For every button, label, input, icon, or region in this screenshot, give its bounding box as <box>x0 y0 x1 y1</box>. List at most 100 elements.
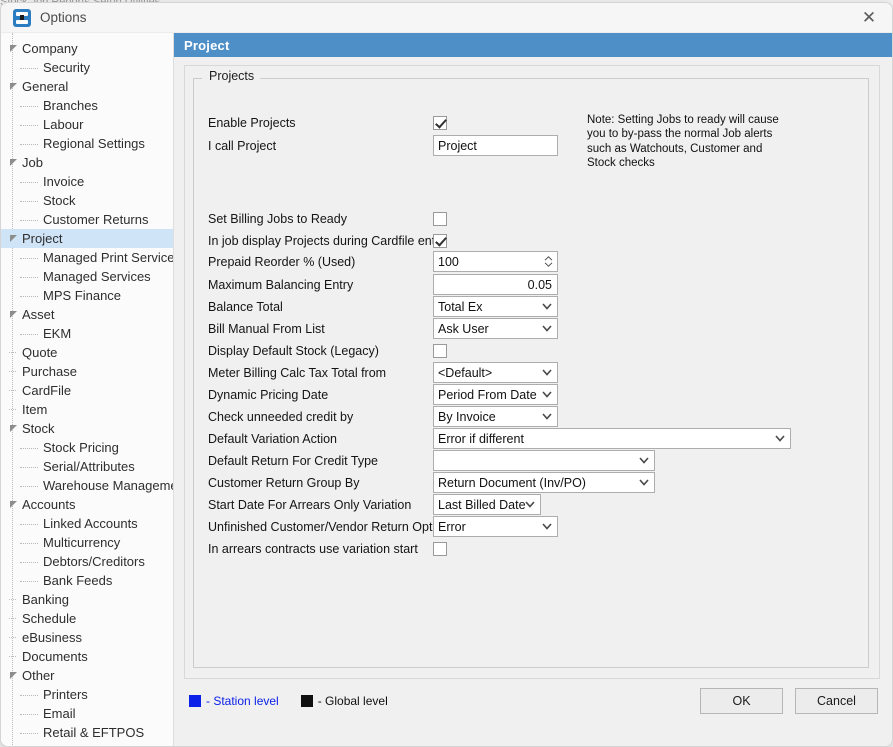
sidebar-item-branches[interactable]: Branches <box>1 96 173 115</box>
spinner-prepaid-reorder-used[interactable]: 100 <box>433 251 558 272</box>
checkbox-in-job-display-projects-during-cardfile-entry[interactable] <box>433 234 447 248</box>
sidebar-item-ebusiness[interactable]: eBusiness <box>1 628 173 647</box>
expander-collapse-icon[interactable] <box>7 424 20 433</box>
sidebar-item-security[interactable]: Security <box>1 58 173 77</box>
legend-color-swatch <box>189 695 201 707</box>
tree-connector <box>20 68 38 69</box>
ok-button[interactable]: OK <box>700 688 783 714</box>
form-row-default-return-for-credit-type: Default Return For Credit Type <box>208 450 868 471</box>
sidebar-item-serial-attributes[interactable]: Serial/Attributes <box>1 457 173 476</box>
tree-leaf-guide-icon <box>7 614 20 623</box>
form-row-in-arrears-contracts-use-variation-start: In arrears contracts use variation start <box>208 538 868 559</box>
sidebar-item-mps-finance[interactable]: MPS Finance <box>1 286 173 305</box>
sidebar-item-managed-print-services[interactable]: Managed Print Services <box>1 248 173 267</box>
sidebar-item-label: EKM <box>41 326 71 341</box>
tree-connector <box>20 296 38 297</box>
sidebar-item-retail-eftpos[interactable]: Retail & EFTPOS <box>1 723 173 742</box>
tree-connector <box>20 467 38 468</box>
input-maximum-balancing-entry[interactable]: 0.05 <box>433 274 558 295</box>
form-row-dynamic-pricing-date: Dynamic Pricing DatePeriod From Date <box>208 384 868 405</box>
sidebar-item-label: Warehouse Management <box>41 478 174 493</box>
dropdown-meter-billing-calc-tax-total-from[interactable]: <Default> <box>433 362 558 383</box>
dropdown-balance-total[interactable]: Total Ex <box>433 296 558 317</box>
sidebar-item-stock[interactable]: Stock <box>1 191 173 210</box>
sidebar-item-stock[interactable]: Stock <box>1 419 173 438</box>
sidebar-item-label: Quote <box>20 345 57 360</box>
chevron-down-icon <box>524 499 536 511</box>
checkbox-in-arrears-contracts-use-variation-start[interactable] <box>433 542 447 556</box>
dropdown-value: Ask User <box>438 322 489 336</box>
dropdown-unfinished-customer-vendor-return-option[interactable]: Error <box>433 516 558 537</box>
sidebar-item-banking[interactable]: Banking <box>1 590 173 609</box>
expander-collapse-icon[interactable] <box>7 500 20 509</box>
expander-collapse-icon[interactable] <box>7 671 20 680</box>
sidebar-item-label: Customer Returns <box>41 212 148 227</box>
dropdown-customer-return-group-by[interactable]: Return Document (Inv/PO) <box>433 472 655 493</box>
dropdown-dynamic-pricing-date[interactable]: Period From Date <box>433 384 558 405</box>
sidebar-item-label: Banking <box>20 592 69 607</box>
checkbox-display-default-stock-legacy[interactable] <box>433 344 447 358</box>
close-icon[interactable]: ✕ <box>846 3 892 33</box>
field-label-meter-billing-calc-tax-total-from: Meter Billing Calc Tax Total from <box>208 366 433 380</box>
field-label-display-default-stock-legacy: Display Default Stock (Legacy) <box>208 344 433 358</box>
sidebar-item-labour[interactable]: Labour <box>1 115 173 134</box>
sidebar-item-company[interactable]: Company <box>1 39 173 58</box>
sidebar-item-printers[interactable]: Printers <box>1 685 173 704</box>
tree-connector <box>20 562 38 563</box>
sidebar-item-quote[interactable]: Quote <box>1 343 173 362</box>
legend-label: - Global level <box>318 694 388 708</box>
checkbox-enable-projects[interactable] <box>433 116 447 130</box>
form-row-start-date-for-arrears-only-variation: Start Date For Arrears Only VariationLas… <box>208 494 868 515</box>
sidebar-item-invoice[interactable]: Invoice <box>1 172 173 191</box>
field-label-default-variation-action: Default Variation Action <box>208 432 433 446</box>
chevron-down-icon <box>541 367 553 379</box>
sidebar-item-item[interactable]: Item <box>1 400 173 419</box>
sidebar-item-linked-accounts[interactable]: Linked Accounts <box>1 514 173 533</box>
sidebar-item-stock-pricing[interactable]: Stock Pricing <box>1 438 173 457</box>
tree-leaf-guide-icon <box>7 367 20 376</box>
sidebar-item-label: Debtors/Creditors <box>41 554 145 569</box>
tree-connector <box>20 334 38 335</box>
dropdown-default-variation-action[interactable]: Error if different <box>433 428 791 449</box>
sidebar-item-project[interactable]: Project <box>1 229 173 248</box>
sidebar-item-debtors-creditors[interactable]: Debtors/Creditors <box>1 552 173 571</box>
settings-category-tree[interactable]: CompanySecurityGeneralBranches Labour Regi… <box>1 33 174 747</box>
sidebar-item-ekm[interactable]: EKM <box>1 324 173 343</box>
sidebar-item-documents[interactable]: Documents <box>1 647 173 666</box>
dropdown-value: Error <box>438 520 466 534</box>
expander-collapse-icon[interactable] <box>7 234 20 243</box>
sidebar-item-other[interactable]: Other <box>1 666 173 685</box>
expander-collapse-icon[interactable] <box>7 82 20 91</box>
tree-connector <box>20 714 38 715</box>
sidebar-item-label: Managed Services <box>41 269 151 284</box>
sidebar-item-bank-feeds[interactable]: Bank Feeds <box>1 571 173 590</box>
dropdown-bill-manual-from-list[interactable]: Ask User <box>433 318 558 339</box>
sidebar-item-warehouse-management[interactable]: Warehouse Management <box>1 476 173 495</box>
chevron-down-icon <box>638 455 650 467</box>
sidebar-item-asset[interactable]: Asset <box>1 305 173 324</box>
sidebar-item-regional-settings[interactable]: Regional Settings <box>1 134 173 153</box>
sidebar-item-managed-services[interactable]: Managed Services <box>1 267 173 286</box>
sidebar-item-label: Labour <box>41 117 83 132</box>
sidebar-item-job[interactable]: Job <box>1 153 173 172</box>
dropdown-check-unneeded-credit-by[interactable]: By Invoice <box>433 406 558 427</box>
dropdown-start-date-for-arrears-only-variation[interactable]: Last Billed Date <box>433 494 541 515</box>
checkbox-set-billing-jobs-to-ready[interactable] <box>433 212 447 226</box>
sidebar-item-customer-returns[interactable]: Customer Returns <box>1 210 173 229</box>
sidebar-item-cardfile[interactable]: CardFile <box>1 381 173 400</box>
expander-collapse-icon[interactable] <box>7 310 20 319</box>
tree-connector <box>20 448 38 449</box>
cancel-button[interactable]: Cancel <box>795 688 878 714</box>
sidebar-item-multicurrency[interactable]: Multicurrency <box>1 533 173 552</box>
sidebar-item-accounts[interactable]: Accounts <box>1 495 173 514</box>
input-i-call-project[interactable]: Project <box>433 135 558 156</box>
sidebar-item-schedule[interactable]: Schedule <box>1 609 173 628</box>
dropdown-default-return-for-credit-type[interactable] <box>433 450 655 471</box>
spinner-arrows-icon[interactable] <box>542 252 554 271</box>
sidebar-item-general[interactable]: General <box>1 77 173 96</box>
projects-groupbox: Projects Enable ProjectsI call ProjectPr… <box>193 78 869 668</box>
sidebar-item-email[interactable]: Email <box>1 704 173 723</box>
expander-collapse-icon[interactable] <box>7 158 20 167</box>
sidebar-item-purchase[interactable]: Purchase <box>1 362 173 381</box>
expander-collapse-icon[interactable] <box>7 44 20 53</box>
